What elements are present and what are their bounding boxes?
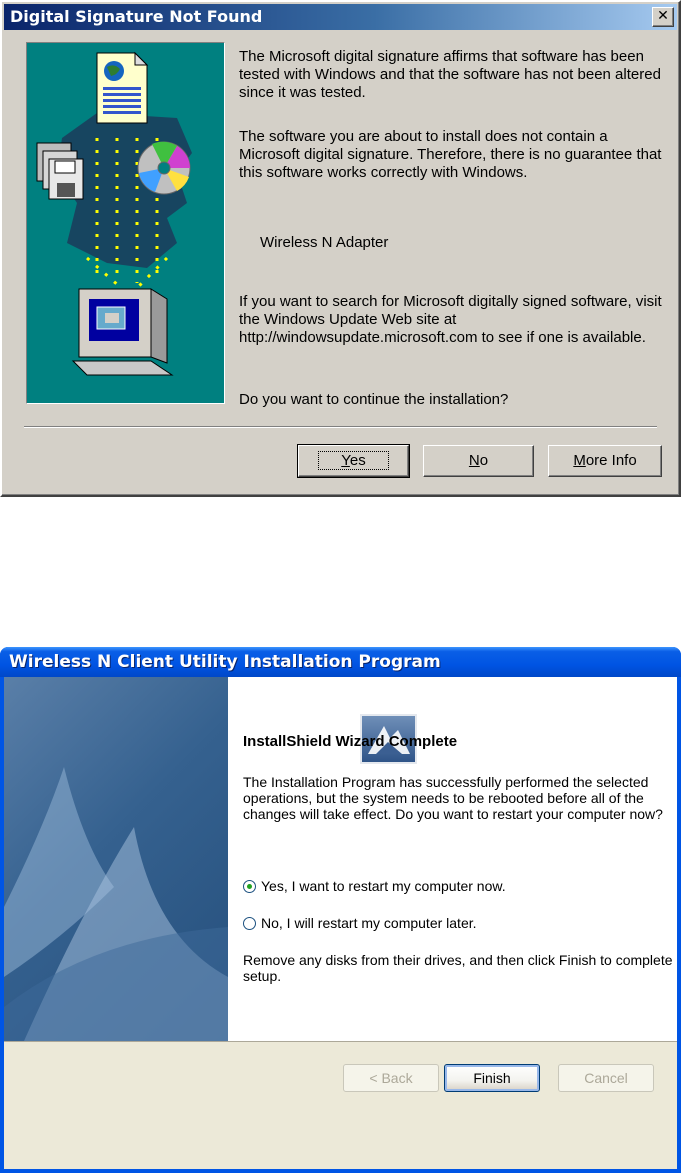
digital-signature-dialog: Digital Signature Not Found ✕ The Micros… <box>0 0 681 497</box>
wizard-body-text: The Installation Program has successfull… <box>243 774 663 822</box>
floppy-disks-icon <box>36 142 84 200</box>
continue-question: Do you want to continue the installation… <box>239 391 509 408</box>
signature-info-text: The Microsoft digital signature affirms … <box>239 48 661 101</box>
restart-now-label: Yes, I want to restart my computer now. <box>261 878 506 894</box>
yes-button[interactable]: Yes <box>297 444 410 478</box>
computer-icon <box>71 288 174 376</box>
yes-rest: es <box>349 452 366 469</box>
no-button[interactable]: No <box>423 445 534 477</box>
restart-later-radio[interactable]: No, I will restart my computer later. <box>243 915 477 931</box>
dialog1-title: Digital Signature Not Found <box>10 7 263 26</box>
document-globe-icon <box>96 51 149 124</box>
finish-button[interactable]: Finish <box>444 1064 540 1092</box>
dialog2-separator <box>4 1041 677 1042</box>
cd-disc-icon <box>137 141 191 195</box>
no-signature-warning-text: The software you are about to install do… <box>239 128 662 181</box>
radio-unselected-icon <box>243 916 256 930</box>
wizard-banner-art <box>4 767 228 1041</box>
wizard-side-banner <box>4 677 228 1041</box>
dialog2-titlebar[interactable]: Wireless N Client Utility Installation P… <box>0 647 681 677</box>
installshield-complete-dialog: Wireless N Client Utility Installation P… <box>0 647 681 1173</box>
close-icon: ✕ <box>657 8 669 24</box>
windows-update-text: If you want to search for Microsoft digi… <box>239 293 662 346</box>
more-info-rest: ore Info <box>585 452 637 469</box>
no-accel: N <box>468 452 480 469</box>
yes-button-focus: Yes <box>318 451 389 470</box>
dialog2-title: Wireless N Client Utility Installation P… <box>9 652 441 672</box>
cancel-button[interactable]: Cancel <box>558 1064 654 1092</box>
more-info-button[interactable]: More Info <box>548 445 662 477</box>
hardware-illustration-svg <box>36 51 192 376</box>
hardware-illustration <box>26 42 225 404</box>
dialog1-separator <box>24 426 657 428</box>
wizard-content-panel: InstallShield Wizard Complete The Instal… <box>228 677 677 1041</box>
more-info-accel: M <box>573 452 586 469</box>
no-rest: o <box>479 452 489 469</box>
restart-later-label: No, I will restart my computer later. <box>261 915 477 931</box>
restart-now-radio[interactable]: Yes, I want to restart my computer now. <box>243 878 506 894</box>
dialog2-client-area: InstallShield Wizard Complete The Instal… <box>4 677 677 1169</box>
yes-accel: Y <box>341 452 350 469</box>
radio-selected-icon <box>243 879 256 893</box>
remove-disks-text: Remove any disks from their drives, and … <box>243 952 673 984</box>
back-button[interactable]: < Back <box>343 1064 439 1092</box>
dialog1-titlebar[interactable]: Digital Signature Not Found ✕ <box>4 4 677 30</box>
close-button[interactable]: ✕ <box>652 7 674 27</box>
device-name: Wireless N Adapter <box>260 234 389 251</box>
wizard-heading: InstallShield Wizard Complete <box>243 733 458 750</box>
